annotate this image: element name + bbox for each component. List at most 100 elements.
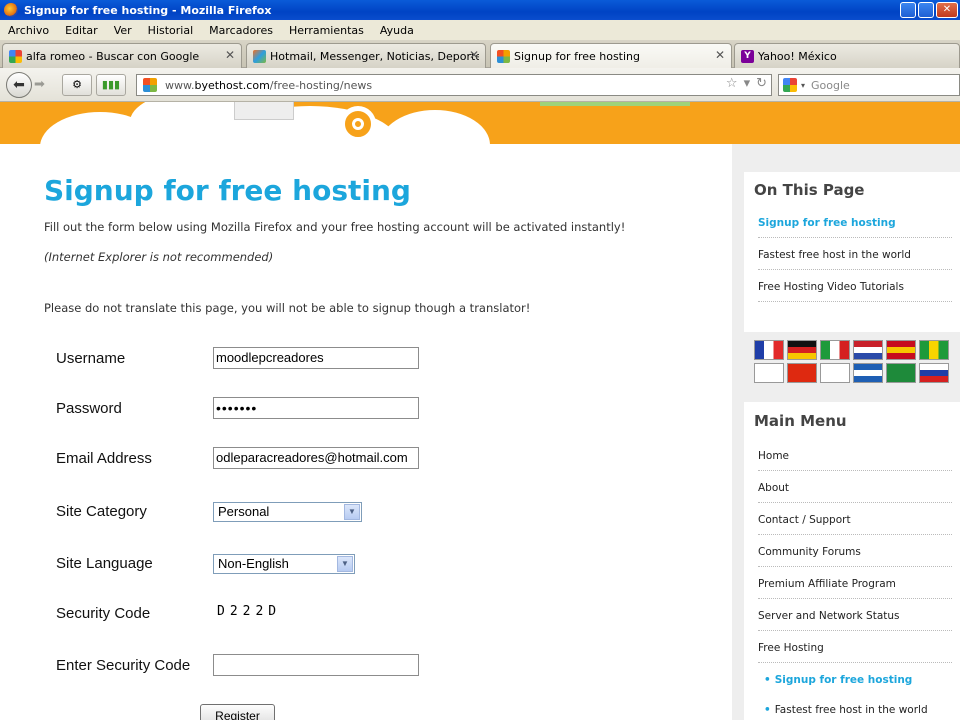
tab-label: alfa romeo - Buscar con Google [26, 49, 200, 63]
flag-japan-icon[interactable] [820, 363, 850, 383]
search-engine-dropdown-icon[interactable]: ▾ [801, 81, 805, 90]
submenu-item-signup[interactable]: Signup for free hosting [764, 674, 958, 694]
flag-brazil-icon[interactable] [919, 340, 949, 360]
bookmark-star-icon[interactable]: ☆ [726, 76, 738, 91]
google-search-icon[interactable] [783, 78, 797, 92]
tab-label: Hotmail, Messenger, Noticias, Deportes..… [270, 49, 479, 63]
menu-item-contact[interactable]: Contact / Support [758, 514, 952, 535]
close-tab-icon[interactable]: ✕ [225, 48, 235, 62]
ie-note: (Internet Explorer is not recommended) [44, 250, 274, 264]
chevron-down-icon[interactable]: ▼ [344, 504, 360, 520]
on-page-link-tutorials[interactable]: Free Hosting Video Tutorials [758, 281, 952, 302]
close-tab-icon[interactable]: ✕ [715, 48, 725, 62]
signal-bars-icon[interactable]: ▮▮▮ [96, 74, 126, 96]
username-label: Username [56, 350, 126, 367]
tab-signup-active[interactable]: Signup for free hosting ✕ [490, 43, 732, 69]
decorative-screen-image [234, 102, 294, 120]
google-icon [9, 49, 22, 63]
menu-bar: Archivo Editar Ver Historial Marcadores … [0, 20, 960, 40]
msn-butterfly-icon [253, 49, 266, 63]
flag-greece-icon[interactable] [853, 363, 883, 383]
chevron-down-icon[interactable]: ▼ [337, 556, 353, 572]
window-title: Signup for free hosting - Mozilla Firefo… [24, 3, 272, 17]
menu-herramientas[interactable]: Herramientas [281, 24, 372, 37]
email-input[interactable]: odleparacreadores@hotmail.com [213, 447, 419, 469]
username-input[interactable]: moodlepcreadores [213, 347, 419, 369]
flag-germany-icon[interactable] [787, 340, 817, 360]
url-host: byethost.com [194, 78, 270, 92]
menu-item-affiliate[interactable]: Premium Affiliate Program [758, 578, 952, 599]
on-page-link-signup[interactable]: Signup for free hosting [758, 217, 952, 238]
byethost-icon [497, 50, 510, 63]
site-language-select[interactable]: Non-English ▼ [213, 554, 355, 574]
flag-china-icon[interactable] [787, 363, 817, 383]
flag-spain-icon[interactable] [886, 340, 916, 360]
maximize-button[interactable] [918, 2, 934, 18]
search-bar[interactable]: ▾ Google [778, 74, 960, 96]
site-favicon-icon [143, 78, 157, 92]
menu-editar[interactable]: Editar [57, 24, 106, 37]
navigation-bar: ⬅ ➡ ⚙ ▮▮▮ www. byethost.com/free-hosting/… [0, 68, 960, 102]
menu-historial[interactable]: Historial [140, 24, 201, 37]
menu-item-forums[interactable]: Community Forums [758, 546, 952, 567]
window-titlebar: Signup for free hosting - Mozilla Firefo… [0, 0, 960, 20]
menu-item-about[interactable]: About [758, 482, 952, 503]
decorative-bar [540, 102, 690, 106]
site-category-label: Site Category [56, 503, 147, 520]
search-placeholder: Google [811, 78, 850, 92]
main-content: Signup for free hosting Fill out the for… [0, 144, 732, 720]
back-arrow-icon[interactable]: ⬅ [6, 72, 32, 98]
tab-strip: alfa romeo - Buscar con Google ✕ Hotmail… [0, 40, 960, 69]
forward-arrow-icon[interactable]: ➡ [34, 76, 52, 94]
site-language-value: Non-English [218, 556, 289, 571]
menu-ayuda[interactable]: Ayuda [372, 24, 422, 37]
password-label: Password [56, 400, 122, 417]
main-menu-title: Main Menu [754, 412, 847, 430]
address-bar[interactable]: www. byethost.com/free-hosting/news ☆ ▾ ↻ [136, 74, 772, 96]
yahoo-icon: Y [741, 49, 754, 63]
close-tab-icon[interactable]: ✕ [469, 48, 479, 62]
close-window-button[interactable]: ✕ [936, 2, 958, 18]
site-category-select[interactable]: Personal ▼ [213, 502, 362, 522]
flag-italy-icon[interactable] [820, 340, 850, 360]
menu-item-free-hosting[interactable]: Free Hosting [758, 642, 952, 663]
password-input[interactable]: ••••••• [213, 397, 419, 419]
site-language-label: Site Language [56, 555, 153, 572]
flag-korea-icon[interactable] [754, 363, 784, 383]
enter-security-code-label: Enter Security Code [56, 657, 191, 674]
tab-hotmail[interactable]: Hotmail, Messenger, Noticias, Deportes..… [246, 43, 486, 68]
on-this-page-title: On This Page [754, 181, 865, 199]
on-page-link-fastest[interactable]: Fastest free host in the world [758, 249, 952, 270]
translate-note: Please do not translate this page, you w… [44, 301, 531, 315]
tab-label: Yahoo! México [758, 49, 837, 63]
security-code-input[interactable] [213, 654, 419, 676]
menu-marcadores[interactable]: Marcadores [201, 24, 281, 37]
menu-item-status[interactable]: Server and Network Status [758, 610, 952, 631]
flag-russia-icon[interactable] [919, 363, 949, 383]
register-button[interactable]: Register [200, 704, 275, 720]
tab-google-search[interactable]: alfa romeo - Buscar con Google ✕ [2, 43, 242, 68]
menu-archivo[interactable]: Archivo [0, 24, 57, 37]
flag-netherlands-icon[interactable] [853, 340, 883, 360]
tab-yahoo[interactable]: Y Yahoo! México [734, 43, 960, 68]
url-path: /free-hosting/news [269, 78, 373, 92]
extension-icon[interactable]: ⚙ [62, 74, 92, 96]
dropdown-arrow-icon[interactable]: ▾ [744, 76, 751, 91]
email-label: Email Address [56, 450, 152, 467]
security-code-value: D222D [217, 604, 282, 619]
flag-saudi-icon[interactable] [886, 363, 916, 383]
page-title: Signup for free hosting [44, 174, 411, 207]
decorative-cloud [380, 110, 490, 144]
sidebar: On This Page Signup for free hosting Fas… [732, 144, 960, 720]
firefox-icon [4, 3, 18, 17]
menu-item-home[interactable]: Home [758, 450, 952, 471]
on-this-page-box: On This Page Signup for free hosting Fas… [744, 172, 960, 332]
flag-france-icon[interactable] [754, 340, 784, 360]
reload-icon[interactable]: ↻ [756, 76, 767, 91]
minimize-button[interactable] [900, 2, 916, 18]
submenu-item-fastest[interactable]: Fastest free host in the world [764, 704, 958, 720]
menu-ver[interactable]: Ver [106, 24, 140, 37]
site-header-banner [0, 102, 960, 144]
main-menu-box: Main Menu Home About Contact / Support C… [744, 402, 960, 720]
language-flags [744, 332, 960, 394]
